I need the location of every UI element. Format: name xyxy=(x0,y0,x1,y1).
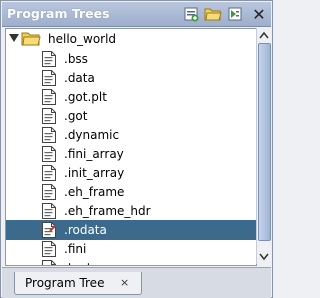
fragment-file-icon xyxy=(42,108,56,124)
tree-item-label: .fini xyxy=(64,242,87,256)
fragment-file-icon xyxy=(42,51,56,67)
tree-item[interactable]: .text xyxy=(6,258,256,265)
tree-item-label: .rodata xyxy=(64,223,107,237)
tab-label: Program Tree xyxy=(25,276,105,290)
tree-view-icon[interactable] xyxy=(226,5,244,23)
tab-program-tree[interactable]: Program Tree × xyxy=(14,272,142,295)
tree-item-label: .init_array xyxy=(64,166,125,180)
panel-title-bar: Program Trees ✕ xyxy=(2,2,271,27)
tree-item-label: .dynamic xyxy=(64,128,120,142)
tree-item[interactable]: .data xyxy=(6,68,256,88)
tree-item-label: .got xyxy=(64,109,88,123)
panel-title: Program Trees xyxy=(7,6,110,21)
tree-item[interactable]: .fini xyxy=(6,239,256,259)
vertical-scrollbar[interactable] xyxy=(256,28,271,264)
open-folder-icon[interactable] xyxy=(204,5,222,23)
tree-item-label: .eh_frame xyxy=(64,185,125,199)
fragment-file-icon xyxy=(42,127,56,143)
tree-item-label: .got.plt xyxy=(64,90,107,104)
fragment-file-icon xyxy=(42,146,56,162)
tree-item-label: .fini_array xyxy=(64,147,124,161)
fragment-file-icon xyxy=(42,241,56,257)
tree-item[interactable]: .dynamic xyxy=(6,125,256,145)
tree-item[interactable]: .init_array xyxy=(6,163,256,183)
tree-item-label: .bss xyxy=(64,52,88,66)
fragment-file-icon xyxy=(42,260,56,265)
program-trees-panel: Program Trees ✕ hello_world .bss .data .… xyxy=(0,0,273,298)
fragment-file-icon xyxy=(42,89,56,105)
tree-item[interactable]: .eh_frame xyxy=(6,182,256,202)
tree-item[interactable]: .rodata xyxy=(6,220,256,240)
fragment-file-icon xyxy=(42,70,56,86)
close-icon[interactable]: ✕ xyxy=(250,5,268,24)
fragment-file-icon xyxy=(42,222,57,238)
tree-item[interactable]: .bss xyxy=(6,49,256,69)
fragment-file-icon xyxy=(42,184,56,200)
program-tree-view[interactable]: hello_world .bss .data .got.plt .got .dynami… xyxy=(5,28,257,266)
tree-item[interactable]: .got.plt xyxy=(6,87,256,107)
tree-item[interactable]: .got xyxy=(6,106,256,126)
fragment-file-icon xyxy=(42,203,56,219)
tree-item-label: .text xyxy=(64,261,92,265)
tree-root-node[interactable]: hello_world xyxy=(6,29,256,49)
scroll-up-icon[interactable] xyxy=(258,28,270,42)
expand-toggle-icon[interactable] xyxy=(9,34,19,42)
open-folder-icon xyxy=(21,32,41,46)
tree-item[interactable]: .eh_frame_hdr xyxy=(6,201,256,221)
fragment-file-icon xyxy=(42,165,56,181)
tree-item[interactable]: .fini_array xyxy=(6,144,256,164)
create-program-tree-icon[interactable] xyxy=(182,5,200,23)
tree-root-label: hello_world xyxy=(48,32,117,46)
tree-item-label: .data xyxy=(64,71,95,85)
tree-item-label: .eh_frame_hdr xyxy=(64,204,151,218)
tab-close-icon[interactable]: × xyxy=(120,276,129,289)
view-tab-bar: Program Tree × xyxy=(2,267,271,298)
scroll-down-icon[interactable] xyxy=(258,250,270,264)
scrollbar-thumb[interactable] xyxy=(258,43,271,241)
